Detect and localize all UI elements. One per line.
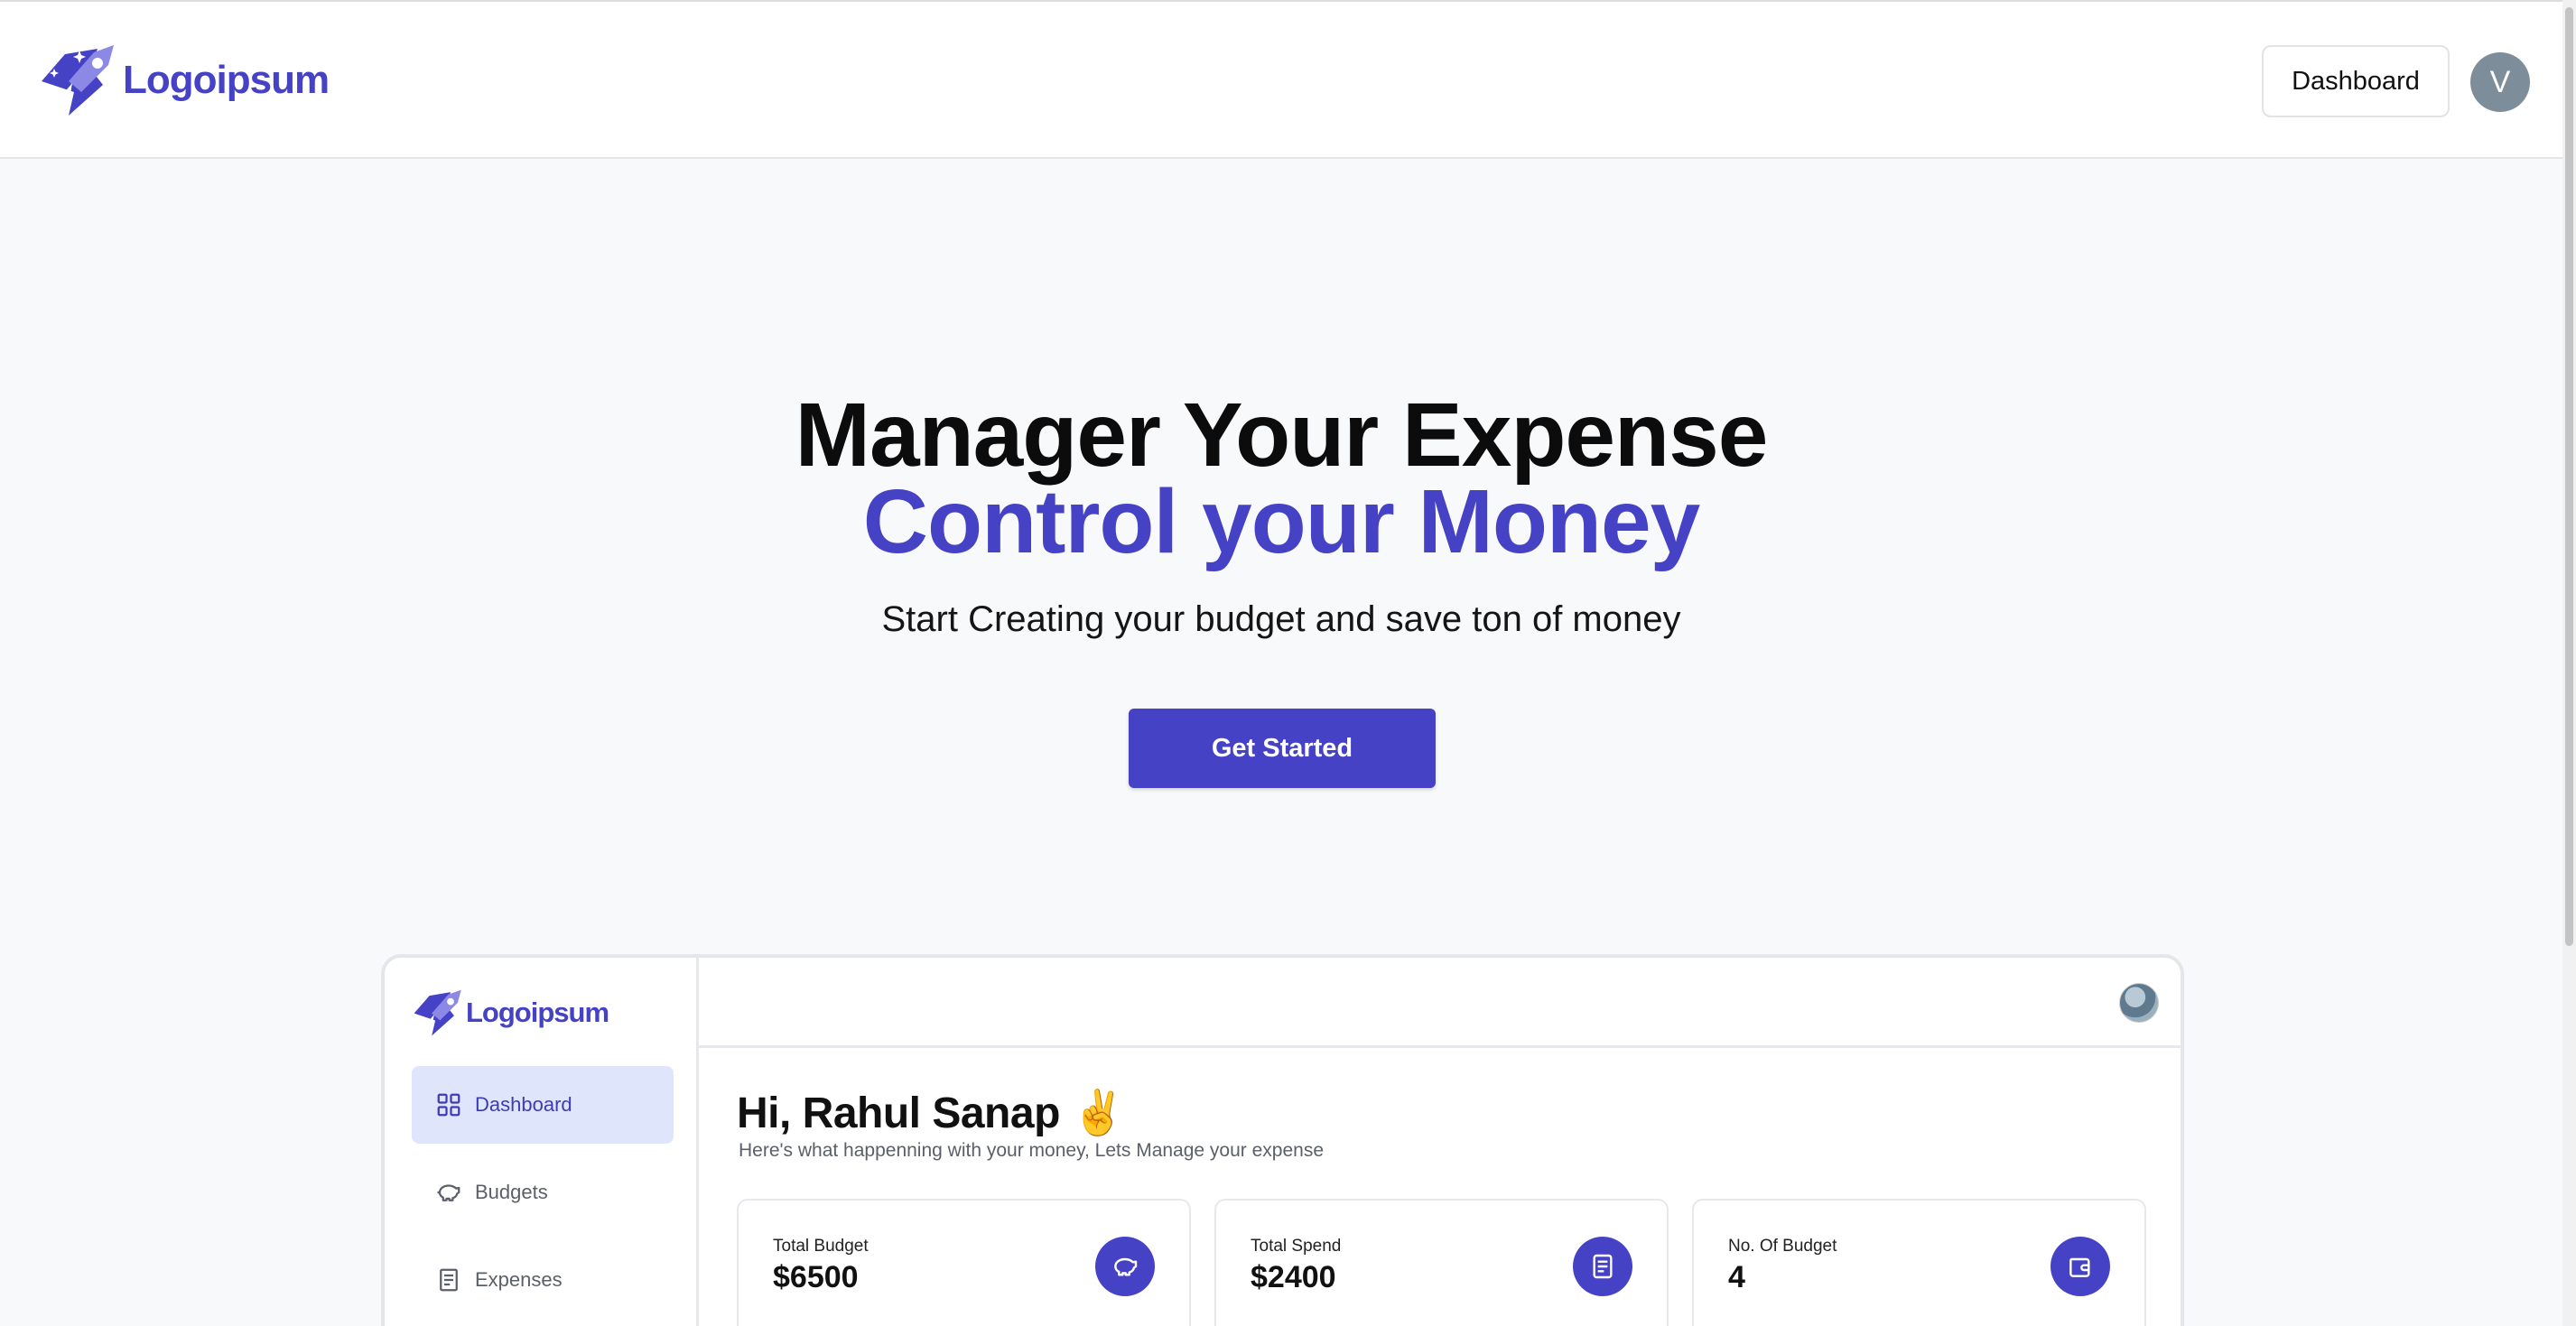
brand-logo[interactable]: Logoipsum (38, 42, 330, 119)
brand-name: Logoipsum (123, 58, 330, 102)
scrollbar-thumb[interactable] (2565, 7, 2573, 946)
hero-subtitle: Start Creating your budget and save ton … (881, 599, 1681, 639)
receipt-icon (1573, 1237, 1632, 1296)
piggy-bank-icon (437, 1184, 460, 1201)
wallet-icon (2051, 1237, 2110, 1296)
stat-label: No. Of Budget (1728, 1237, 1837, 1256)
stat-value: 4 (1728, 1260, 1745, 1294)
logo-icon (42, 45, 114, 116)
stat-label: Total Spend (1251, 1237, 1342, 1256)
greeting-title: Hi, Rahul Sanap ✌️ (737, 1090, 1126, 1137)
get-started-button[interactable]: Get Started (1129, 709, 1436, 788)
preview-brand-logo: Logoipsum (412, 987, 609, 1039)
stat-card-number-of-budgets: No. Of Budget 4 (1692, 1199, 2146, 1326)
logo-icon (414, 989, 461, 1036)
stat-card-total-spend: Total Spend $2400 (1214, 1199, 1669, 1326)
stat-value: $2400 (1251, 1260, 1336, 1294)
receipt-icon (440, 1268, 458, 1292)
sidebar-item-dashboard[interactable]: Dashboard (412, 1066, 674, 1144)
hero-title-line1: Manager Your Expense (795, 385, 1769, 486)
stat-card-total-budget: Total Budget $6500 (737, 1199, 1191, 1326)
stat-label: Total Budget (773, 1237, 869, 1256)
sidebar-item-budgets[interactable]: Budgets (412, 1154, 674, 1231)
hero-title-line2: Control your Money (862, 471, 1700, 572)
stat-value: $6500 (773, 1260, 859, 1294)
sidebar-item-label: Dashboard (475, 1093, 572, 1116)
sidebar-item-label: Expenses (475, 1268, 563, 1291)
top-header: Logoipsum Dashboard V (0, 0, 2562, 159)
dashboard-button[interactable]: Dashboard (2262, 45, 2450, 117)
preview-topbar (699, 958, 2181, 1048)
preview-sidebar: Logoipsum Dashboard Budgets Expenses (385, 958, 699, 1326)
user-avatar[interactable]: V (2470, 52, 2530, 112)
page-scrollbar[interactable] (2562, 0, 2576, 1326)
sidebar-item-label: Budgets (475, 1181, 548, 1203)
dashboard-preview: Logoipsum Dashboard Budgets Expenses Hi,… (381, 954, 2184, 1326)
preview-user-avatar[interactable] (2119, 983, 2159, 1023)
sidebar-item-expenses[interactable]: Expenses (412, 1241, 674, 1319)
piggy-bank-icon (1095, 1237, 1155, 1296)
greeting-subtitle: Here's what happenning with your money, … (739, 1140, 1325, 1161)
grid-icon (437, 1093, 460, 1117)
preview-brand-name: Logoipsum (466, 997, 609, 1028)
